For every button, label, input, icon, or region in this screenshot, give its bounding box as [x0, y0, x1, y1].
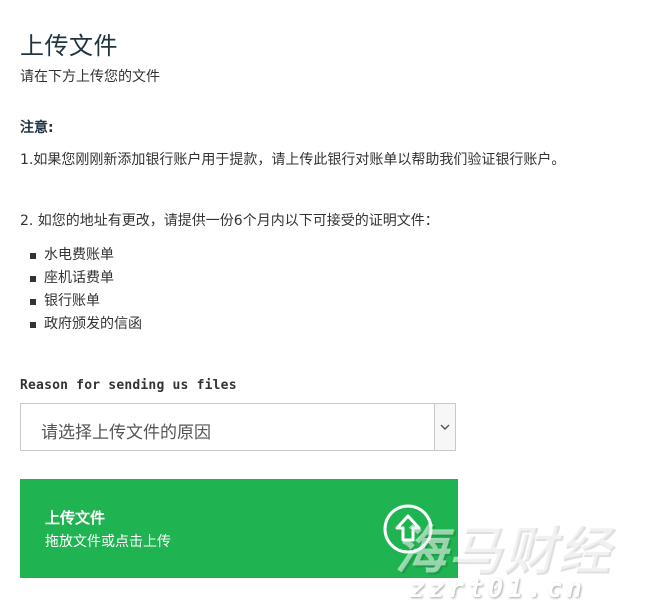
chevron-down-icon[interactable]: [434, 404, 455, 450]
page-title: 上传文件: [20, 32, 118, 61]
upload-dropzone[interactable]: 上传文件 拖放文件或点击上传: [20, 479, 458, 578]
intro-text: 请在下方上传您的文件: [20, 69, 160, 85]
list-item: 座机话费单: [30, 267, 142, 290]
watermark-url: zzrt01.cn: [409, 574, 586, 604]
upload-subtitle: 拖放文件或点击上传: [45, 534, 171, 550]
list-item: 水电费账单: [30, 244, 142, 267]
accepted-documents-list: 水电费账单 座机话费单 银行账单 政府颁发的信函: [30, 244, 142, 336]
reason-label: Reason for sending us files: [20, 378, 237, 393]
reason-select-value: 请选择上传文件的原因: [41, 423, 211, 443]
note-bank-account: 1.如果您刚刚新添加银行账户用于提款，请上传此银行对账单以帮助我们验证银行账户。: [20, 152, 566, 168]
list-item: 银行账单: [30, 290, 142, 313]
list-item: 政府颁发的信函: [30, 313, 142, 336]
reason-select[interactable]: 请选择上传文件的原因: [20, 403, 456, 451]
note-address-change: 2. 如您的地址有更改，请提供一份6个月内以下可接受的证明文件：: [20, 213, 439, 229]
upload-arrow-icon[interactable]: [382, 503, 434, 555]
note-label: 注意:: [20, 120, 54, 136]
upload-title: 上传文件: [45, 509, 106, 527]
